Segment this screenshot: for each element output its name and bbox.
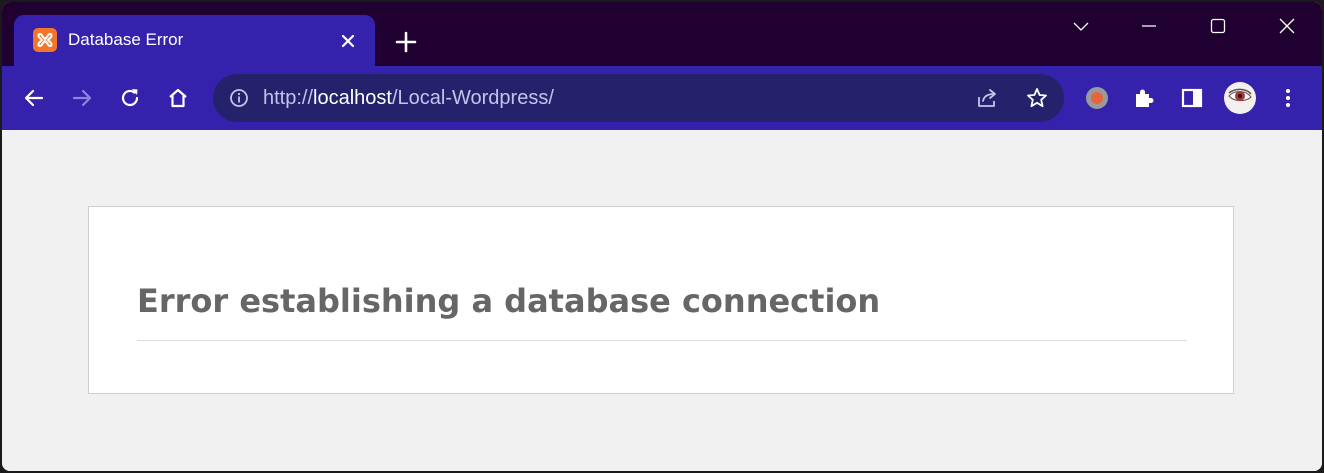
share-icon[interactable] bbox=[975, 86, 999, 110]
tab-database-error[interactable]: Database Error bbox=[14, 15, 375, 66]
browser-window: Database Error http://localhost/Local-Wo… bbox=[2, 2, 1322, 471]
avatar[interactable] bbox=[1224, 82, 1256, 114]
puzzle-icon[interactable] bbox=[1126, 80, 1162, 116]
error-message-box: Error establishing a database connection bbox=[88, 206, 1234, 394]
extension-record-icon[interactable] bbox=[1085, 86, 1109, 110]
url-path: /Local-Wordpress/ bbox=[391, 87, 554, 109]
page-viewport: Error establishing a database connection bbox=[2, 130, 1322, 471]
chevron-down-icon[interactable] bbox=[1058, 10, 1104, 42]
side-panel-icon[interactable] bbox=[1174, 80, 1210, 116]
heading-divider bbox=[137, 340, 1187, 341]
xampp-icon bbox=[33, 28, 57, 52]
close-icon[interactable] bbox=[1264, 10, 1310, 42]
url-text: http://localhost/Local-Wordpress/ bbox=[263, 87, 554, 109]
close-icon[interactable] bbox=[334, 27, 362, 55]
star-icon[interactable] bbox=[1025, 86, 1049, 110]
tab-strip: Database Error bbox=[2, 2, 1322, 66]
reload-icon[interactable] bbox=[112, 80, 148, 116]
info-icon[interactable] bbox=[229, 88, 249, 108]
error-heading: Error establishing a database connection bbox=[137, 282, 881, 320]
kebab-menu-icon[interactable] bbox=[1270, 80, 1306, 116]
url-host: localhost bbox=[313, 87, 392, 109]
url-scheme: http:// bbox=[263, 87, 314, 109]
forward-arrow-icon[interactable] bbox=[64, 80, 100, 116]
back-arrow-icon[interactable] bbox=[16, 80, 52, 116]
maximize-icon[interactable] bbox=[1195, 10, 1241, 42]
home-icon[interactable] bbox=[160, 80, 196, 116]
address-bar[interactable]: http://localhost/Local-Wordpress/ bbox=[213, 74, 1064, 122]
plus-icon[interactable] bbox=[388, 24, 424, 60]
tab-title: Database Error bbox=[68, 30, 184, 49]
minimize-icon[interactable] bbox=[1126, 10, 1172, 42]
browser-toolbar: http://localhost/Local-Wordpress/ bbox=[2, 66, 1322, 130]
